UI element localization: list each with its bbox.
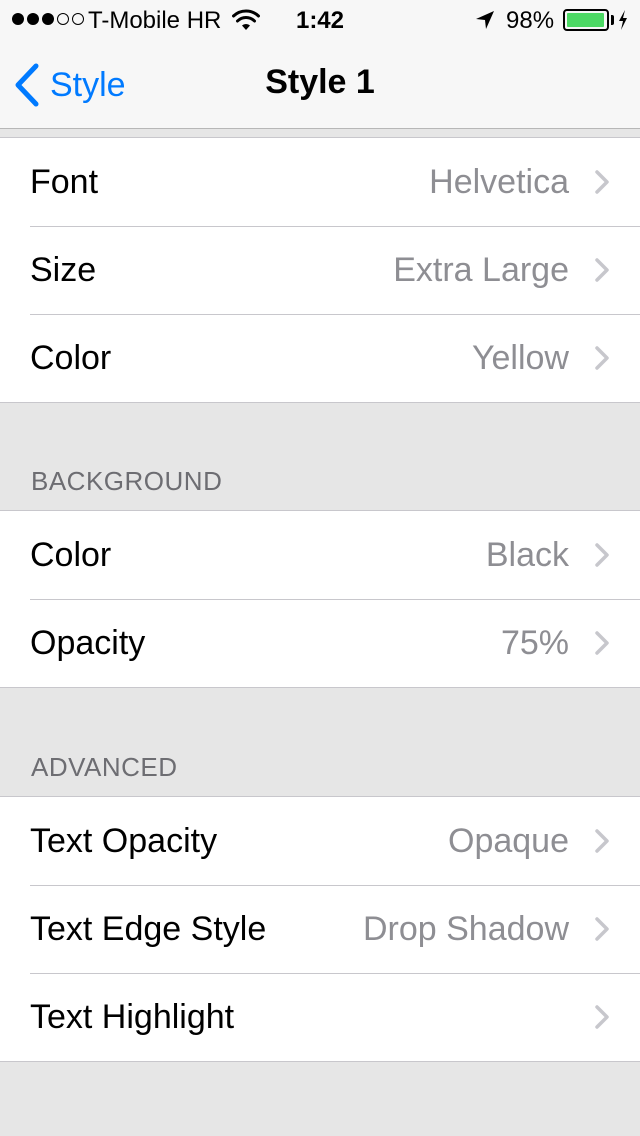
row-value: Black — [485, 535, 569, 574]
signal-strength-icon — [12, 13, 84, 25]
chevron-right-icon — [595, 346, 609, 370]
text-settings-group: Font Helvetica Size Extra Large Color Ye… — [0, 137, 640, 403]
row-background-opacity[interactable]: Opacity 75% — [0, 599, 640, 687]
carrier-name: T-Mobile HR — [88, 7, 222, 34]
row-font[interactable]: Font Helvetica — [0, 138, 640, 226]
row-label: Text Edge Style — [30, 909, 267, 948]
chevron-right-icon — [595, 829, 609, 853]
battery-level — [567, 13, 605, 27]
advanced-settings-group: Text Opacity Opaque Text Edge Style Drop… — [0, 796, 640, 1062]
row-color[interactable]: Color Yellow — [0, 314, 640, 402]
battery-percent: 98% — [506, 7, 555, 34]
chevron-right-icon — [595, 543, 609, 567]
chevron-right-icon — [595, 170, 609, 194]
wifi-icon — [232, 9, 260, 30]
row-value: Yellow — [471, 338, 569, 377]
page-title: Style 1 — [265, 63, 375, 101]
section-header-background: BACKGROUND — [31, 466, 223, 496]
signal-dot — [27, 13, 39, 25]
row-label: Text Highlight — [30, 997, 235, 1036]
battery-icon — [563, 9, 609, 31]
row-text-highlight[interactable]: Text Highlight — [0, 973, 640, 1061]
bolt-icon — [619, 10, 627, 30]
row-label: Size — [30, 250, 97, 289]
row-label: Font — [30, 162, 99, 201]
row-text-edge-style[interactable]: Text Edge Style Drop Shadow — [0, 885, 640, 973]
section-header-advanced: ADVANCED — [31, 752, 178, 782]
chevron-right-icon — [595, 258, 609, 282]
row-value: 75% — [500, 623, 569, 662]
row-label: Color — [30, 338, 112, 377]
screen: T-Mobile HR 1:42 98% Style Style 1 Font … — [0, 0, 640, 1136]
row-value: Extra Large — [393, 250, 569, 289]
location-arrow-icon — [476, 11, 494, 29]
row-text-opacity[interactable]: Text Opacity Opaque — [0, 797, 640, 885]
signal-dot — [72, 13, 84, 25]
top-bar: T-Mobile HR 1:42 98% Style Style 1 — [0, 0, 640, 129]
row-label: Opacity — [30, 623, 146, 662]
battery-nub — [611, 15, 614, 25]
chevron-right-icon — [595, 631, 609, 655]
row-value: Opaque — [448, 821, 569, 860]
row-label: Color — [30, 535, 112, 574]
signal-dot — [57, 13, 69, 25]
signal-dot — [12, 13, 24, 25]
row-label: Text Opacity — [30, 821, 218, 860]
chevron-right-icon — [595, 1005, 609, 1029]
row-value: Helvetica — [429, 162, 569, 201]
background-settings-group: Color Black Opacity 75% — [0, 510, 640, 688]
row-size[interactable]: Size Extra Large — [0, 226, 640, 314]
chevron-right-icon — [595, 917, 609, 941]
row-background-color[interactable]: Color Black — [0, 511, 640, 599]
status-bar: T-Mobile HR 1:42 98% — [0, 0, 640, 40]
row-value: Drop Shadow — [362, 909, 569, 948]
signal-dot — [42, 13, 54, 25]
